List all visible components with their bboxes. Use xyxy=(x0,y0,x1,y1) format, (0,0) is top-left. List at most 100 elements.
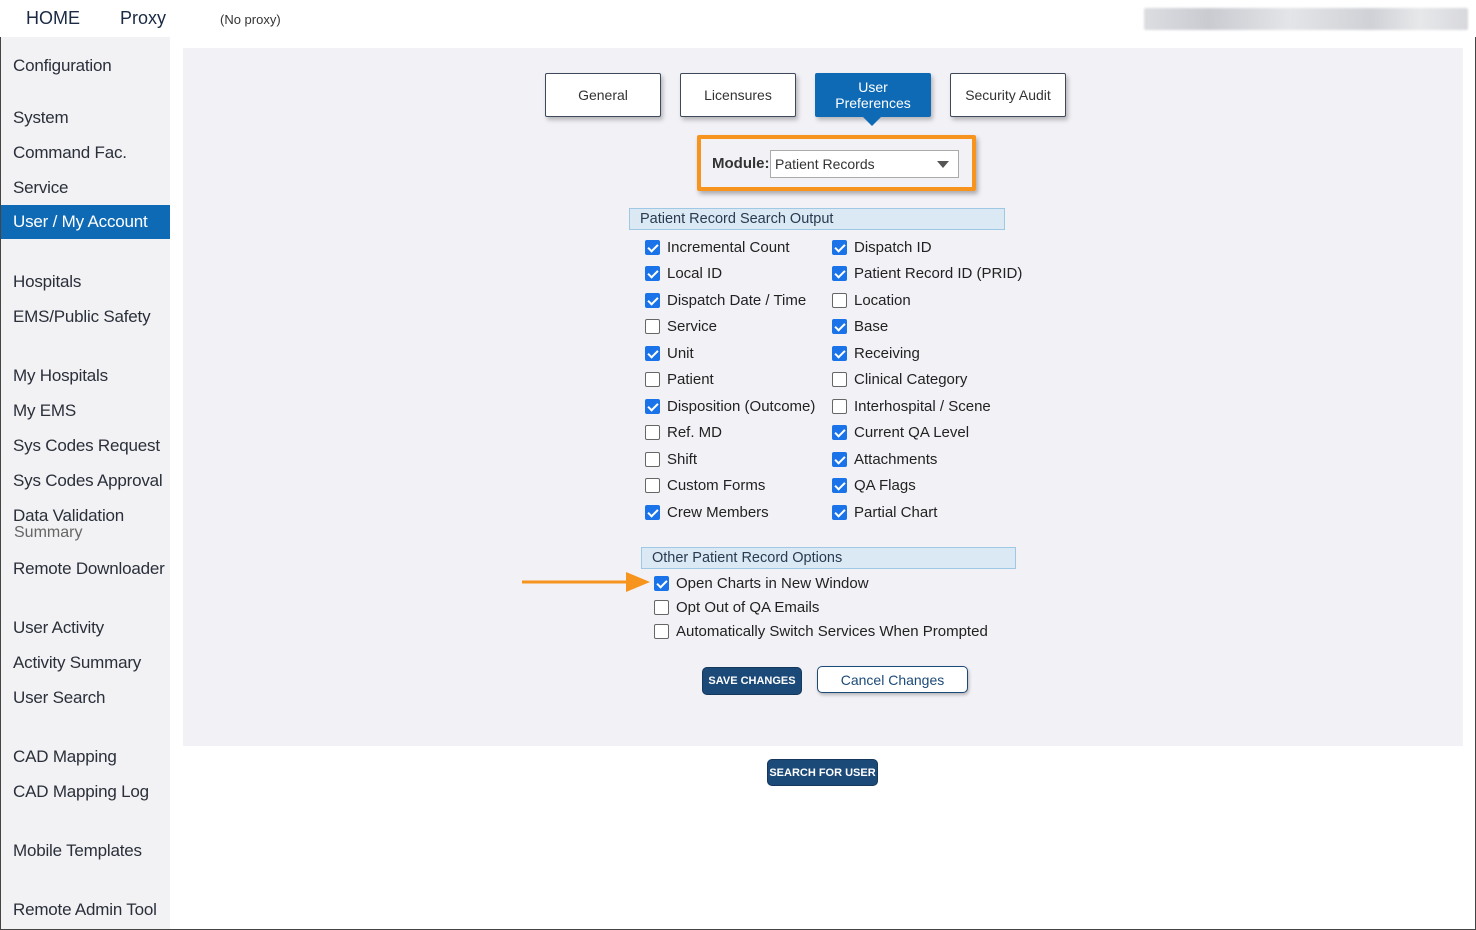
search-output-left-option[interactable]: Service xyxy=(645,317,717,337)
tab-licensures[interactable]: Licensures xyxy=(680,73,796,117)
search-output-left-option[interactable]: Local ID xyxy=(645,264,722,284)
search-output-left-option-label: Shift xyxy=(667,450,698,468)
save-changes-button[interactable]: SAVE CHANGES xyxy=(702,667,802,695)
checkbox-icon[interactable] xyxy=(645,372,660,387)
search-output-right-option-label: Partial Chart xyxy=(854,503,938,521)
sidebar-item-sys-codes-request[interactable]: Sys Codes Request xyxy=(1,429,170,463)
checkbox-icon[interactable] xyxy=(645,345,660,361)
checkbox-icon[interactable] xyxy=(832,398,847,414)
sidebar-item-sys-codes-approval[interactable]: Sys Codes Approval xyxy=(1,464,170,498)
sidebar-item-remote-downloader[interactable]: Remote Downloader xyxy=(1,552,170,586)
checkbox-icon[interactable] xyxy=(832,451,847,467)
search-output-left-option-label: Incremental Count xyxy=(667,238,790,256)
module-label: Module: xyxy=(712,155,770,172)
sidebar-item-ems-public-safety[interactable]: EMS/Public Safety xyxy=(1,300,170,334)
search-output-left-option[interactable]: Unit xyxy=(645,343,694,363)
search-output-left-option[interactable]: Disposition (Outcome) xyxy=(645,396,815,416)
checkbox-icon[interactable] xyxy=(645,266,660,281)
sidebar-item-service[interactable]: Service xyxy=(1,171,170,205)
checkbox-icon[interactable] xyxy=(832,266,847,281)
search-output-right-option-label: Interhospital / Scene xyxy=(854,397,991,415)
sidebar-item-configuration[interactable]: Configuration xyxy=(1,49,170,83)
search-output-left-option[interactable]: Shift xyxy=(645,449,697,469)
checkbox-icon[interactable] xyxy=(645,398,660,414)
tab-user-preferences[interactable]: User Preferences xyxy=(815,73,931,117)
home-link[interactable]: HOME xyxy=(26,8,80,29)
redacted-user-info xyxy=(1144,8,1468,30)
caret-down-icon xyxy=(937,161,949,168)
sidebar-item-mobile-templates[interactable]: Mobile Templates xyxy=(1,834,170,868)
other-options-option[interactable]: Automatically Switch Services When Promp… xyxy=(654,621,988,641)
sidebar-item-my-ems[interactable]: My EMS xyxy=(1,394,170,428)
search-output-right-option[interactable]: Interhospital / Scene xyxy=(832,396,991,416)
sidebar-item-cad-mapping[interactable]: CAD Mapping xyxy=(1,740,170,774)
search-output-right-option[interactable]: Location xyxy=(832,290,911,310)
sidebar-item-my-hospitals[interactable]: My Hospitals xyxy=(1,359,170,393)
search-output-left-option[interactable]: Crew Members xyxy=(645,502,769,522)
search-output-right-option-label: QA Flags xyxy=(854,477,916,494)
sidebar-item-activity-summary[interactable]: Activity Summary xyxy=(1,646,170,680)
checkbox-icon[interactable] xyxy=(832,504,847,520)
other-options-option-label: Opt Out of QA Emails xyxy=(676,598,820,616)
search-output-left-option-label: Dispatch Date / Time xyxy=(667,291,807,309)
checkbox-icon[interactable] xyxy=(654,599,669,615)
search-output-right-option[interactable]: Clinical Category xyxy=(832,370,967,390)
search-output-right-option-label: Current QA Level xyxy=(854,424,970,441)
search-output-left-option[interactable]: Patient xyxy=(645,370,714,390)
search-output-left-option[interactable]: Dispatch Date / Time xyxy=(645,290,806,310)
sidebar-item-user-search[interactable]: User Search xyxy=(1,681,170,715)
search-output-left-option-label: Local ID xyxy=(667,265,723,282)
tab-general[interactable]: General xyxy=(545,73,661,117)
search-output-right-option[interactable]: Attachments xyxy=(832,449,937,469)
proxy-link[interactable]: Proxy xyxy=(120,8,166,29)
search-output-right-option-label: Dispatch ID xyxy=(854,238,932,256)
search-output-right-option[interactable]: Base xyxy=(832,317,888,337)
checkbox-icon[interactable] xyxy=(645,451,660,467)
other-options-option[interactable]: Open Charts in New Window xyxy=(654,573,869,593)
checkbox-icon[interactable] xyxy=(654,575,669,591)
checkbox-icon[interactable] xyxy=(645,425,660,440)
checkbox-icon[interactable] xyxy=(832,239,847,255)
search-for-user-button[interactable]: SEARCH FOR USER xyxy=(767,759,878,786)
checkbox-icon[interactable] xyxy=(645,239,660,255)
checkbox-icon[interactable] xyxy=(832,425,847,440)
search-output-right-option[interactable]: Patient Record ID (PRID) xyxy=(832,264,1022,284)
search-output-left-option-label: Disposition (Outcome) xyxy=(667,397,816,415)
checkbox-icon[interactable] xyxy=(645,292,660,308)
sidebar-item-system[interactable]: System xyxy=(1,101,170,135)
sidebar-item-cad-mapping-log[interactable]: CAD Mapping Log xyxy=(1,775,170,809)
search-output-right-option-label: Location xyxy=(854,291,911,309)
search-output-right-option[interactable]: QA Flags xyxy=(832,476,916,496)
search-output-left-option[interactable]: Custom Forms xyxy=(645,476,765,496)
checkbox-icon[interactable] xyxy=(645,319,660,334)
checkbox-icon[interactable] xyxy=(832,292,847,308)
search-output-right-option[interactable]: Partial Chart xyxy=(832,502,937,522)
other-options-option[interactable]: Opt Out of QA Emails xyxy=(654,597,819,617)
checkbox-icon[interactable] xyxy=(832,372,847,387)
cancel-changes-button[interactable]: Cancel Changes xyxy=(817,666,968,693)
checkbox-icon[interactable] xyxy=(654,623,669,639)
search-output-header: Patient Record Search Output xyxy=(629,208,1005,230)
sidebar-item-user-activity[interactable]: User Activity xyxy=(1,611,170,645)
checkbox-icon[interactable] xyxy=(832,319,847,334)
search-output-right-option[interactable]: Current QA Level xyxy=(832,423,969,443)
sidebar-item-hospitals[interactable]: Hospitals xyxy=(1,265,170,299)
search-output-left-option-label: Patient xyxy=(667,371,714,388)
search-output-left-option[interactable]: Incremental Count xyxy=(645,237,790,257)
checkbox-icon[interactable] xyxy=(645,478,660,493)
sidebar-item-remote-admin-tool[interactable]: Remote Admin Tool xyxy=(1,893,170,927)
checkbox-icon[interactable] xyxy=(832,345,847,361)
search-output-right-option[interactable]: Receiving xyxy=(832,343,920,363)
search-output-left-option[interactable]: Ref. MD xyxy=(645,423,722,443)
search-output-right-option[interactable]: Dispatch ID xyxy=(832,237,932,257)
checkbox-icon[interactable] xyxy=(832,478,847,493)
sidebar-item-command-fac[interactable]: Command Fac. xyxy=(1,136,170,170)
tab-security-audit[interactable]: Security Audit xyxy=(950,73,1066,117)
module-select[interactable]: Patient Records xyxy=(770,150,959,178)
search-output-right-option-label: Patient Record ID (PRID) xyxy=(854,265,1023,282)
sidebar-item-data-validation-sublabel: Summary xyxy=(14,524,83,541)
search-output-left-option-label: Custom Forms xyxy=(667,477,766,494)
sidebar-item-user-my-account[interactable]: User / My Account xyxy=(1,205,170,239)
search-output-right-option-label: Receiving xyxy=(854,344,920,362)
checkbox-icon[interactable] xyxy=(645,504,660,520)
